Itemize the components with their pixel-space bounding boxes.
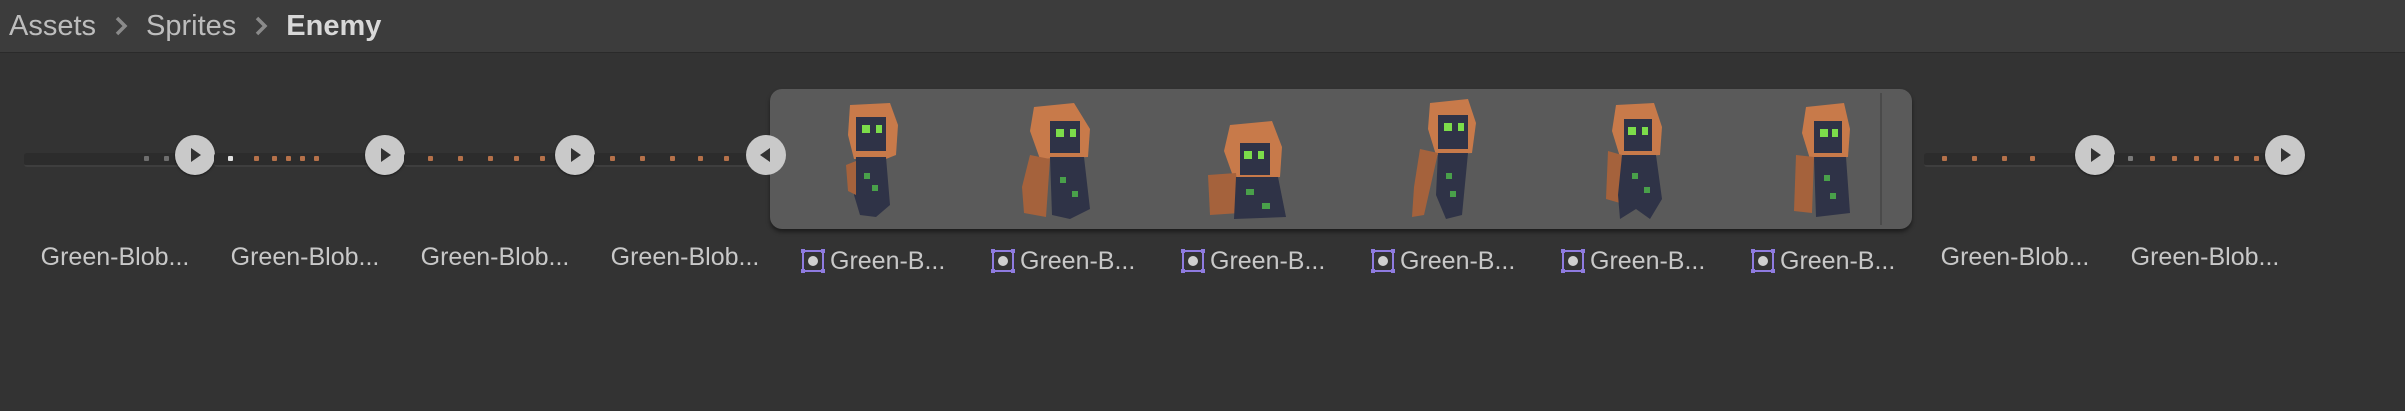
sprite-strip-preview: [1924, 153, 2094, 167]
enemy-sprite-icon: [1794, 103, 1850, 217]
frame-label-text: Green-B...: [1780, 246, 1896, 275]
play-icon[interactable]: [2075, 135, 2115, 175]
enemy-sprite-icon: [1606, 103, 1662, 219]
sprite-strip-preview: [214, 153, 384, 167]
sprite-icon: [1750, 248, 1776, 274]
enemy-sprite-icon: [846, 103, 898, 217]
asset-thumbnail: [20, 83, 215, 228]
enemy-sprite-icon: [1022, 103, 1090, 219]
asset-tile[interactable]: Green-Blob...: [1920, 83, 2115, 283]
breadcrumb-assets[interactable]: Assets: [9, 10, 96, 43]
asset-tile[interactable]: Green-Blob...: [590, 83, 780, 283]
sprite-strip-preview: [594, 153, 764, 167]
frame-label: Green-B...: [1750, 243, 1940, 279]
panel-divider: [1880, 93, 1882, 225]
play-icon[interactable]: [365, 135, 405, 175]
expanded-sprite-sheet: [746, 89, 1912, 229]
frame-label: Green-B...: [1370, 243, 1560, 279]
asset-thumbnail: [2110, 83, 2305, 228]
asset-label: Green-Blob...: [230, 243, 380, 271]
sprite-icon: [990, 248, 1016, 274]
asset-thumbnail: [1920, 83, 2115, 228]
breadcrumb: Assets Sprites Enemy: [0, 0, 2405, 53]
sprite-frame[interactable]: [1340, 89, 1530, 229]
sprite-frame[interactable]: [1530, 89, 1720, 229]
play-icon[interactable]: [175, 135, 215, 175]
frame-label-text: Green-B...: [830, 246, 946, 275]
breadcrumb-enemy[interactable]: Enemy: [286, 10, 381, 43]
sprite-icon: [1370, 248, 1396, 274]
frame-label-text: Green-B...: [1020, 246, 1136, 275]
asset-label: Green-Blob...: [1940, 243, 2090, 271]
frame-label: Green-B...: [990, 243, 1180, 279]
sprite-icon: [800, 248, 826, 274]
sprite-strip-preview: [2114, 153, 2284, 167]
sprite-icon: [1560, 248, 1586, 274]
frame-label-text: Green-B...: [1590, 246, 1706, 275]
frame-label: Green-B...: [1560, 243, 1750, 279]
frame-label-text: Green-B...: [1210, 246, 1326, 275]
sprite-strip-preview: [404, 153, 574, 167]
sprite-frame[interactable]: [960, 89, 1150, 229]
frame-label-text: Green-B...: [1400, 246, 1516, 275]
asset-label: Green-Blob...: [610, 243, 760, 271]
chevron-right-icon: [250, 15, 272, 37]
asset-thumbnail: [400, 83, 595, 228]
breadcrumb-sprites[interactable]: Sprites: [146, 10, 236, 43]
play-icon[interactable]: [2265, 135, 2305, 175]
asset-label: Green-Blob...: [2130, 243, 2280, 271]
asset-label: Green-Blob...: [40, 243, 190, 271]
play-icon[interactable]: [555, 135, 595, 175]
asset-tile[interactable]: Green-Blob...: [400, 83, 595, 283]
chevron-right-icon: [110, 15, 132, 37]
sprite-strip-preview: [24, 153, 194, 167]
asset-tile[interactable]: Green-Blob...: [210, 83, 405, 283]
frame-label: Green-B...: [800, 243, 990, 279]
asset-thumbnail: [210, 83, 405, 228]
sprite-frame[interactable]: [1150, 89, 1340, 229]
asset-tile[interactable]: Green-Blob...: [20, 83, 215, 283]
frame-label: Green-B...: [1180, 243, 1370, 279]
sprite-frame[interactable]: [770, 89, 960, 229]
enemy-sprite-icon: [1208, 121, 1286, 219]
asset-tile[interactable]: Green-Blob...: [2110, 83, 2305, 283]
sprite-icon: [1180, 248, 1206, 274]
enemy-sprite-icon: [1412, 99, 1476, 219]
asset-label: Green-Blob...: [420, 243, 570, 271]
